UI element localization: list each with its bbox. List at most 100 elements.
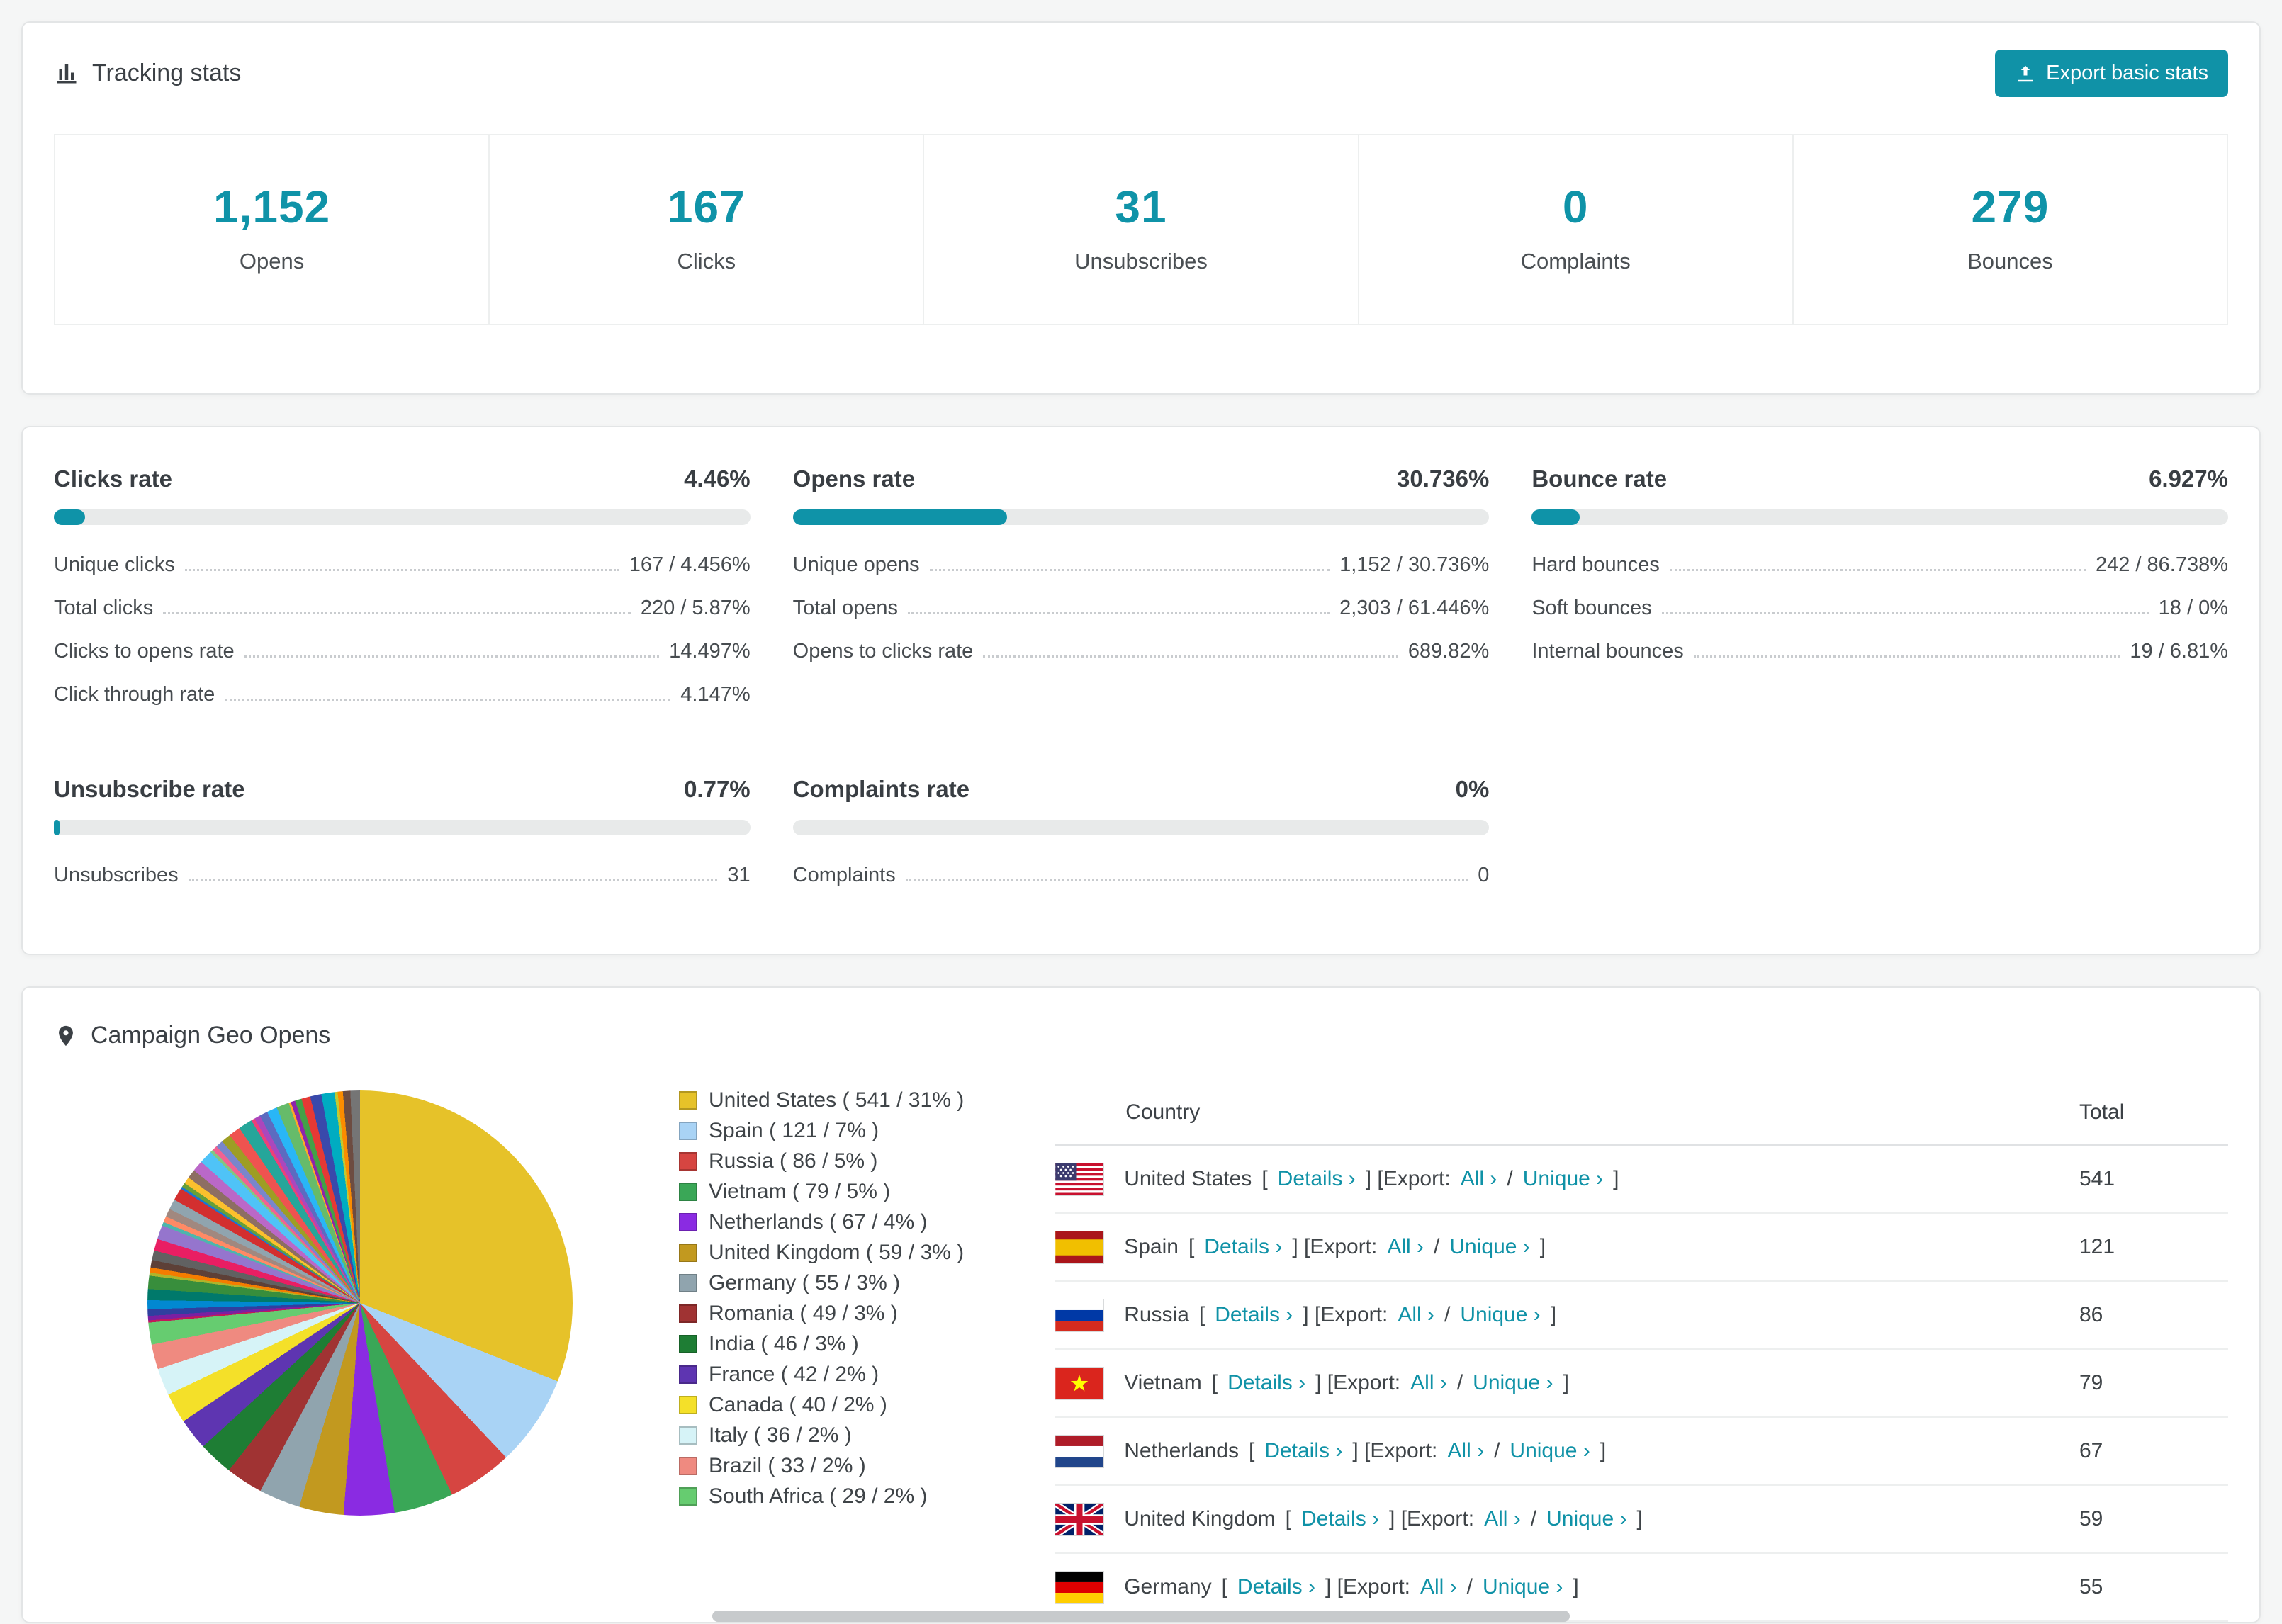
legend-swatch xyxy=(679,1243,697,1262)
dotted-leader xyxy=(244,655,660,658)
details-link[interactable]: Details › xyxy=(1237,1575,1315,1599)
geo-row-country-cell: Vietnam [ Details › ] [Export: All › / U… xyxy=(1055,1366,2079,1400)
rate-row: Unsubscribes 31 xyxy=(54,854,751,897)
country-name: Netherlands xyxy=(1124,1439,1239,1462)
rate-row-label: Unique clicks xyxy=(54,553,175,576)
rate-row-value: 14.497% xyxy=(669,640,751,662)
legend-label: Italy ( 36 / 2% ) xyxy=(709,1423,852,1447)
export-all-link[interactable]: All › xyxy=(1398,1303,1434,1327)
rate-row-value: 689.82% xyxy=(1407,640,1490,662)
page: Tracking stats Export basic stats 1,152 … xyxy=(0,0,2282,1623)
rate-row-label: Internal bounces xyxy=(1531,640,1684,662)
country-flag-icon xyxy=(1055,1366,1105,1400)
details-link[interactable]: Details › xyxy=(1264,1439,1342,1463)
rate-title: Clicks rate xyxy=(54,466,172,492)
rate-group: Opens rate 30.736% Unique opens 1,152 / … xyxy=(792,466,1490,716)
country-flag-icon xyxy=(1055,1434,1105,1468)
country-flag-icon xyxy=(1055,1230,1105,1264)
rate-row-label: Hard bounces xyxy=(1531,553,1660,576)
legend-label: Spain ( 121 / 7% ) xyxy=(709,1118,879,1142)
rate-progress-fill xyxy=(54,509,85,525)
export-unique-link[interactable]: Unique › xyxy=(1473,1371,1553,1395)
export-all-link[interactable]: All › xyxy=(1410,1371,1447,1395)
dotted-leader xyxy=(983,655,1398,658)
details-link[interactable]: Details › xyxy=(1204,1235,1282,1259)
export-all-link[interactable]: All › xyxy=(1484,1507,1521,1531)
rate-row: Clicks to opens rate 14.497% xyxy=(54,630,751,673)
legend-item: France ( 42 / 2% ) xyxy=(679,1359,964,1389)
export-all-link[interactable]: All › xyxy=(1420,1575,1457,1599)
dotted-leader xyxy=(1693,655,2120,658)
legend-item: Vietnam ( 79 / 5% ) xyxy=(679,1176,964,1207)
legend-swatch xyxy=(679,1151,697,1171)
legend-swatch xyxy=(679,1456,697,1475)
stats-row: 1,152 Opens 167 Clicks 31 Unsubscribes 0… xyxy=(54,134,2228,325)
geo-header: Campaign Geo Opens xyxy=(54,1022,2228,1049)
legend-item: United Kingdom ( 59 / 3% ) xyxy=(679,1237,964,1268)
rate-progress-fill xyxy=(54,820,60,835)
rate-row-value: 18 / 0% xyxy=(2158,597,2228,619)
rate-rows: Complaints 0 xyxy=(793,854,1490,897)
export-all-link[interactable]: All › xyxy=(1387,1235,1424,1259)
rate-progress-fill xyxy=(792,509,1007,525)
legend-swatch xyxy=(679,1090,697,1110)
export-unique-link[interactable]: Unique › xyxy=(1523,1167,1603,1191)
export-basic-stats-button[interactable]: Export basic stats xyxy=(1995,50,2228,97)
map-pin-icon xyxy=(54,1022,78,1049)
rate-progress-track xyxy=(792,509,1490,525)
details-link[interactable]: Details › xyxy=(1278,1167,1356,1191)
rate-percent: 0.77% xyxy=(684,776,751,802)
dotted-leader xyxy=(1669,569,2086,571)
export-unique-link[interactable]: Unique › xyxy=(1546,1507,1626,1531)
export-unique-link[interactable]: Unique › xyxy=(1483,1575,1563,1599)
horizontal-scrollbar-thumb[interactable] xyxy=(712,1611,1570,1622)
legend-label: Brazil ( 33 / 2% ) xyxy=(709,1453,866,1477)
tracking-stats-card: Tracking stats Export basic stats 1,152 … xyxy=(21,21,2261,395)
rate-percent: 6.927% xyxy=(2149,466,2228,492)
rate-head: Opens rate 30.736% xyxy=(793,466,1490,492)
export-unique-link[interactable]: Unique › xyxy=(1460,1303,1540,1327)
dotted-leader xyxy=(1661,612,2149,614)
stat-value: 1,152 xyxy=(213,181,331,232)
geo-table-row: United States [ Details › ] [Export: All… xyxy=(1055,1146,2228,1214)
rates-card: Clicks rate 4.46% Unique clicks 167 / 4.… xyxy=(21,426,2261,955)
rate-row-label: Clicks to opens rate xyxy=(54,640,235,662)
country-flag-icon xyxy=(1055,1502,1105,1536)
legend-item: United States ( 541 / 31% ) xyxy=(679,1085,964,1115)
rate-row: Unique clicks 167 / 4.456% xyxy=(54,543,751,587)
details-link[interactable]: Details › xyxy=(1215,1303,1293,1327)
rate-row-value: 220 / 5.87% xyxy=(640,597,751,619)
export-unique-link[interactable]: Unique › xyxy=(1510,1439,1590,1463)
stat-box: 1,152 Opens xyxy=(55,135,488,324)
export-all-link[interactable]: All › xyxy=(1461,1167,1497,1191)
geo-row-country-cell: United Kingdom [ Details › ] [Export: Al… xyxy=(1055,1502,2079,1536)
rate-row-value: 1,152 / 30.736% xyxy=(1339,553,1490,576)
export-button-label: Export basic stats xyxy=(2046,62,2208,84)
export-unique-link[interactable]: Unique › xyxy=(1449,1235,1529,1259)
rate-row: Internal bounces 19 / 6.81% xyxy=(1531,630,2228,673)
legend-item: South Africa ( 29 / 2% ) xyxy=(679,1481,964,1511)
rate-progress-fill xyxy=(1531,509,1580,525)
dotted-leader xyxy=(188,879,718,881)
geo-row-country-cell: Netherlands [ Details › ] [Export: All ›… xyxy=(1055,1434,2079,1468)
legend-swatch xyxy=(679,1121,697,1140)
details-link[interactable]: Details › xyxy=(1227,1371,1305,1395)
rate-row: Complaints 0 xyxy=(793,854,1490,897)
geo-row-total: 67 xyxy=(2079,1439,2103,1462)
geo-row-total: 541 xyxy=(2079,1167,2115,1190)
geo-row-country-cell: Spain [ Details › ] [Export: All › / Uni… xyxy=(1055,1230,2079,1264)
rate-rows: Unique clicks 167 / 4.456% Total clicks … xyxy=(54,543,751,716)
rate-row: Click through rate 4.147% xyxy=(54,673,751,716)
export-all-link[interactable]: All › xyxy=(1447,1439,1484,1463)
country-name: Vietnam xyxy=(1124,1371,1202,1394)
details-link[interactable]: Details › xyxy=(1301,1507,1379,1531)
legend-item: Canada ( 40 / 2% ) xyxy=(679,1389,964,1420)
legend-item: Brazil ( 33 / 2% ) xyxy=(679,1450,964,1481)
rate-row-label: Complaints xyxy=(792,864,896,886)
rate-progress-track xyxy=(1531,509,2228,525)
dotted-leader xyxy=(163,612,631,614)
geo-row-total: 55 xyxy=(2079,1575,2103,1598)
stat-label: Opens xyxy=(239,249,305,274)
rate-title: Complaints rate xyxy=(792,776,970,802)
geo-row-country-cell: United States [ Details › ] [Export: All… xyxy=(1055,1162,2079,1196)
